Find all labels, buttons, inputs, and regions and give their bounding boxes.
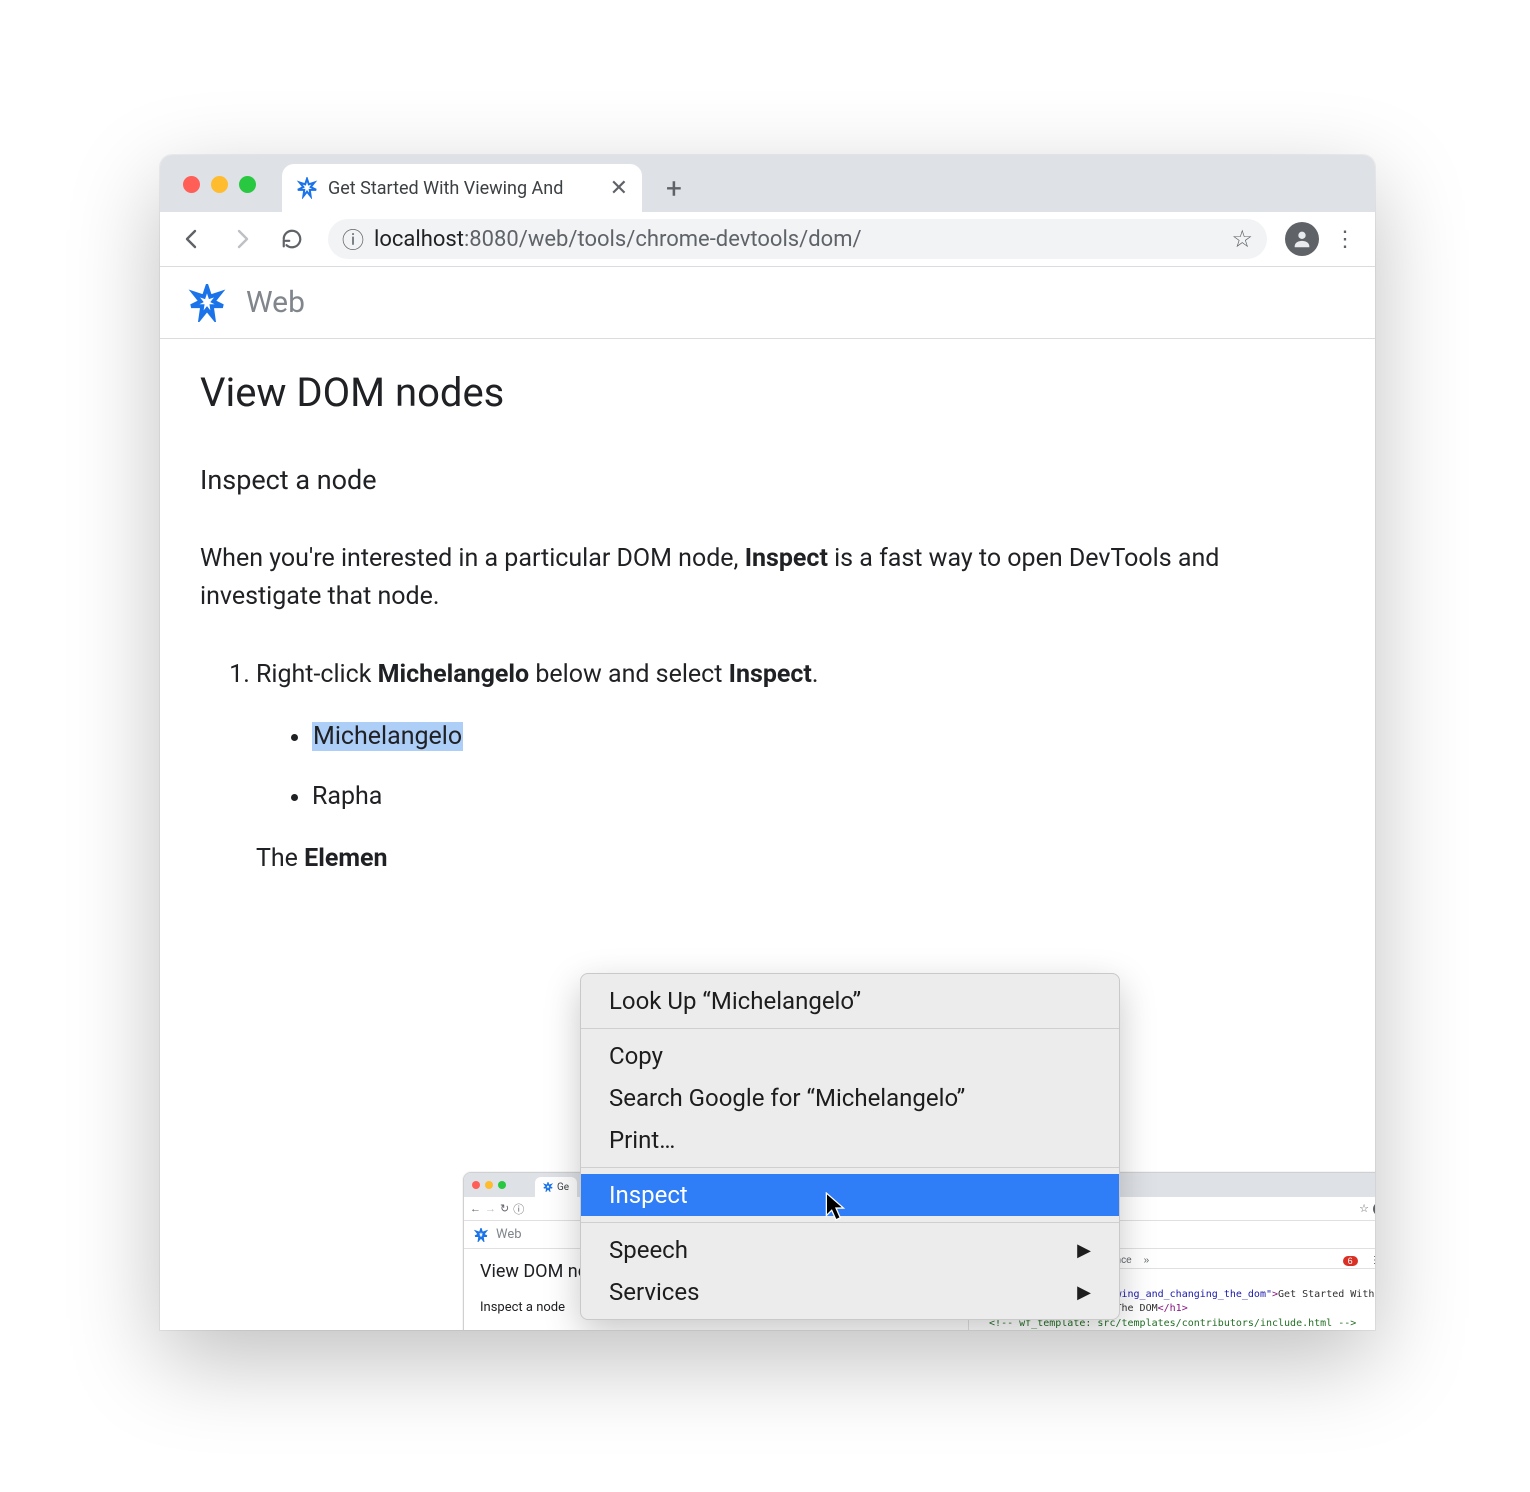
- nested-reload-icon: ↻: [500, 1202, 509, 1215]
- ctx-lookup[interactable]: Look Up “Michelangelo”: [581, 980, 1119, 1022]
- ctx-separator: [581, 1167, 1119, 1168]
- ctx-separator: [581, 1222, 1119, 1223]
- steps-list: Right-click Michelangelo below and selec…: [200, 655, 1335, 879]
- step-caption: The Elemen: [256, 839, 1335, 879]
- nested-tab: Ge: [535, 1177, 577, 1197]
- mouse-cursor-icon: [825, 1192, 847, 1222]
- ctx-inspect[interactable]: Inspect: [581, 1174, 1119, 1216]
- reload-button[interactable]: [270, 217, 314, 261]
- window-maximize-button[interactable]: [239, 176, 256, 193]
- page-content: View DOM nodes Inspect a node When you'r…: [160, 339, 1375, 929]
- devtools-settings-icon: ⋮: [1370, 1255, 1375, 1266]
- step-1: Right-click Michelangelo below and selec…: [256, 655, 1335, 879]
- profile-avatar[interactable]: [1285, 222, 1319, 256]
- context-menu: Look Up “Michelangelo” Copy Search Googl…: [580, 973, 1120, 1320]
- devtools-tab-more: »: [1144, 1255, 1150, 1266]
- window-minimize-button[interactable]: [211, 176, 228, 193]
- nested-forward-icon: →: [485, 1202, 496, 1215]
- browser-menu-button[interactable]: ⋮: [1325, 219, 1365, 259]
- window-close-button[interactable]: [183, 176, 200, 193]
- address-bar[interactable]: ⓘ localhost:8080/web/tools/chrome-devtoo…: [328, 219, 1267, 259]
- window-controls: [183, 176, 256, 193]
- tab-close-button[interactable]: ✕: [610, 176, 628, 201]
- site-logo-icon: [188, 284, 226, 322]
- list-item[interactable]: Michelangelo: [312, 717, 1335, 757]
- nested-window-close: [472, 1181, 480, 1189]
- browser-tab[interactable]: Get Started With Viewing And ✕: [282, 164, 642, 212]
- favicon-icon: [296, 177, 318, 199]
- nested-site-title: Web: [496, 1227, 522, 1242]
- back-button[interactable]: [170, 217, 214, 261]
- ctx-search-google[interactable]: Search Google for “Michelangelo”: [581, 1077, 1119, 1119]
- bookmark-button[interactable]: ☆: [1231, 225, 1253, 253]
- ctx-services[interactable]: Services▶: [581, 1271, 1119, 1313]
- site-info-icon[interactable]: ⓘ: [342, 223, 364, 255]
- browser-window: Get Started With Viewing And ✕ + ⓘ local…: [160, 155, 1375, 1330]
- section-heading: Inspect a node: [200, 464, 1335, 496]
- nested-avatar: [1373, 1202, 1375, 1216]
- forward-button[interactable]: [220, 217, 264, 261]
- devtools-error-badge: 6: [1343, 1256, 1358, 1266]
- nested-info-icon: ⓘ: [513, 1201, 524, 1217]
- nested-back-icon: ←: [470, 1202, 481, 1215]
- ctx-separator: [581, 1028, 1119, 1029]
- new-tab-button[interactable]: +: [654, 168, 694, 208]
- tab-title: Get Started With Viewing And: [328, 178, 600, 199]
- browser-toolbar: ⓘ localhost:8080/web/tools/chrome-devtoo…: [160, 212, 1375, 267]
- ctx-print[interactable]: Print…: [581, 1119, 1119, 1161]
- intro-paragraph: When you're interested in a particular D…: [200, 540, 1335, 615]
- page-heading: View DOM nodes: [200, 369, 1335, 416]
- site-title: Web: [246, 285, 305, 320]
- names-list: Michelangelo Rapha: [256, 717, 1335, 817]
- ctx-copy[interactable]: Copy: [581, 1035, 1119, 1077]
- ctx-speech[interactable]: Speech▶: [581, 1229, 1119, 1271]
- submenu-arrow-icon: ▶: [1077, 1240, 1091, 1261]
- nested-window-min: [485, 1181, 493, 1189]
- site-header: Web: [160, 267, 1375, 339]
- tab-strip: Get Started With Viewing And ✕ +: [160, 155, 1375, 212]
- nested-window-max: [498, 1181, 506, 1189]
- submenu-arrow-icon: ▶: [1077, 1282, 1091, 1303]
- nested-star-icon: ☆: [1359, 1202, 1369, 1215]
- nested-logo-icon: [474, 1228, 488, 1242]
- url-text: localhost:8080/web/tools/chrome-devtools…: [374, 227, 862, 252]
- list-item[interactable]: Rapha: [312, 777, 1335, 817]
